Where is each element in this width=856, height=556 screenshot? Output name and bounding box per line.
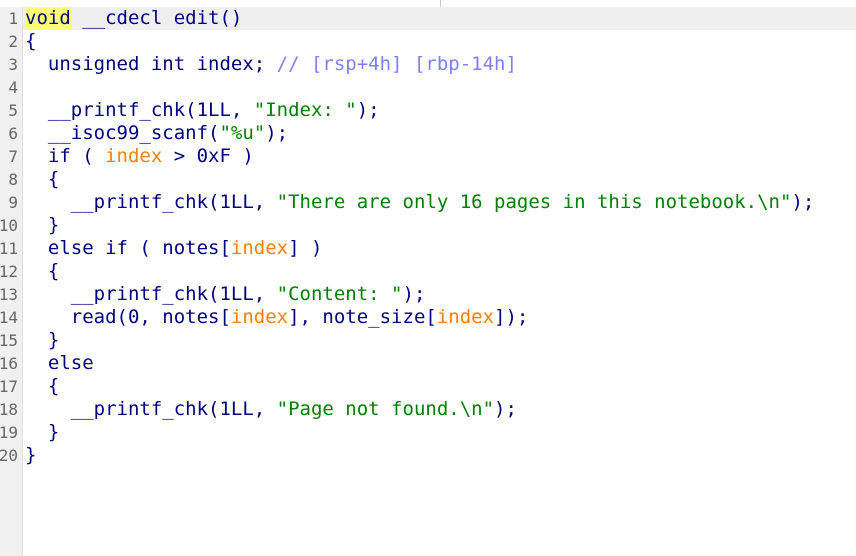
line-number: 14: [0, 308, 18, 327]
stack-offset-comment: // [rsp+4h] [rbp-14h]: [276, 53, 517, 75]
index-variable[interactable]: index: [437, 306, 494, 328]
code-line-7[interactable]: if ( index > 0xF ): [25, 145, 254, 168]
variable-declaration[interactable]: unsigned int index;: [25, 53, 277, 75]
code-line-14[interactable]: read(0, notes[index], note_size[index]);: [25, 306, 529, 329]
code-line-2[interactable]: {: [25, 30, 36, 53]
code-line-6[interactable]: __isoc99_scanf("%u");: [25, 122, 288, 145]
line-number: 5: [8, 101, 18, 120]
line-number: 8: [8, 170, 18, 189]
line-number: 4: [8, 78, 18, 97]
string-literal[interactable]: "%u": [219, 122, 265, 144]
index-variable[interactable]: index: [105, 145, 162, 167]
line-number: 12: [0, 262, 18, 281]
string-literal[interactable]: "Page not found.\n": [277, 398, 494, 420]
line-number: 9: [8, 193, 18, 212]
call-close: ]);: [494, 306, 529, 328]
selected-keyword[interactable]: void: [25, 7, 71, 29]
line-number-gutter: 1 2 3 4 5 6 7 8 9 10 11 12 13 14 15 16 1…: [0, 7, 23, 556]
code-line-8[interactable]: {: [25, 168, 59, 191]
line-number: 10: [0, 216, 18, 235]
code-line-5[interactable]: __printf_chk(1LL, "Index: ");: [25, 99, 380, 122]
code-line-3[interactable]: unsigned int index; // [rsp+4h] [rbp-14h…: [25, 53, 517, 76]
call-close: );: [402, 283, 426, 305]
tab-strip-border: [0, 0, 856, 8]
line-number: 13: [0, 285, 18, 304]
call-expr[interactable]: __printf_chk(1LL,: [25, 191, 277, 213]
line-number: 3: [8, 55, 18, 74]
read-call[interactable]: read(0, notes[: [25, 306, 231, 328]
code-line-11[interactable]: else if ( notes[index] ): [25, 237, 323, 260]
code-line-16[interactable]: else: [25, 352, 94, 375]
code-line-20[interactable]: }: [25, 444, 36, 467]
call-close: );: [356, 99, 380, 121]
code-line-18[interactable]: __printf_chk(1LL, "Page not found.\n");: [25, 398, 517, 421]
line-number: 7: [8, 147, 18, 166]
code-line-19[interactable]: }: [25, 421, 59, 444]
line-number: 20: [0, 446, 18, 465]
index-variable[interactable]: index: [231, 237, 288, 259]
code-line-1[interactable]: void __cdecl edit(): [25, 7, 242, 30]
code-line-9[interactable]: __printf_chk(1LL, "There are only 16 pag…: [25, 191, 815, 214]
line-number: 16: [0, 354, 18, 373]
line-number: 18: [0, 400, 18, 419]
call-expr[interactable]: __printf_chk(1LL,: [25, 283, 277, 305]
index-variable[interactable]: index: [231, 306, 288, 328]
pseudocode-editor[interactable]: 1 2 3 4 5 6 7 8 9 10 11 12 13 14 15 16 1…: [0, 0, 856, 556]
line-number: 15: [0, 331, 18, 350]
function-signature[interactable]: __cdecl edit(): [71, 7, 242, 29]
string-literal[interactable]: "Index: ": [254, 99, 357, 121]
call-expr[interactable]: __printf_chk(1LL,: [25, 99, 254, 121]
line-number: 1: [8, 9, 18, 28]
line-number: 17: [0, 377, 18, 396]
line-number: 6: [8, 124, 18, 143]
code-line-15[interactable]: }: [25, 329, 59, 352]
code-line-12[interactable]: {: [25, 260, 59, 283]
code-line-17[interactable]: {: [25, 375, 59, 398]
line-number: 19: [0, 423, 18, 442]
call-expr[interactable]: __printf_chk(1LL,: [25, 398, 277, 420]
code-line-13[interactable]: __printf_chk(1LL, "Content: ");: [25, 283, 426, 306]
line-number: 2: [8, 32, 18, 51]
call-expr[interactable]: __isoc99_scanf(: [25, 122, 220, 144]
else-if-expr[interactable]: else if ( notes[: [25, 237, 231, 259]
code-line-10[interactable]: }: [25, 214, 59, 237]
condition-rest[interactable]: > 0xF ): [162, 145, 254, 167]
note-size-expr[interactable]: ], note_size[: [288, 306, 437, 328]
condition-rest[interactable]: ] ): [288, 237, 322, 259]
call-close: );: [494, 398, 517, 420]
call-close: );: [265, 122, 289, 144]
string-literal[interactable]: "Content: ": [277, 283, 403, 305]
string-literal[interactable]: "There are only 16 pages in this noteboo…: [277, 191, 792, 213]
call-close: );: [791, 191, 815, 213]
if-keyword[interactable]: if (: [25, 145, 105, 167]
line-number: 11: [0, 239, 18, 258]
